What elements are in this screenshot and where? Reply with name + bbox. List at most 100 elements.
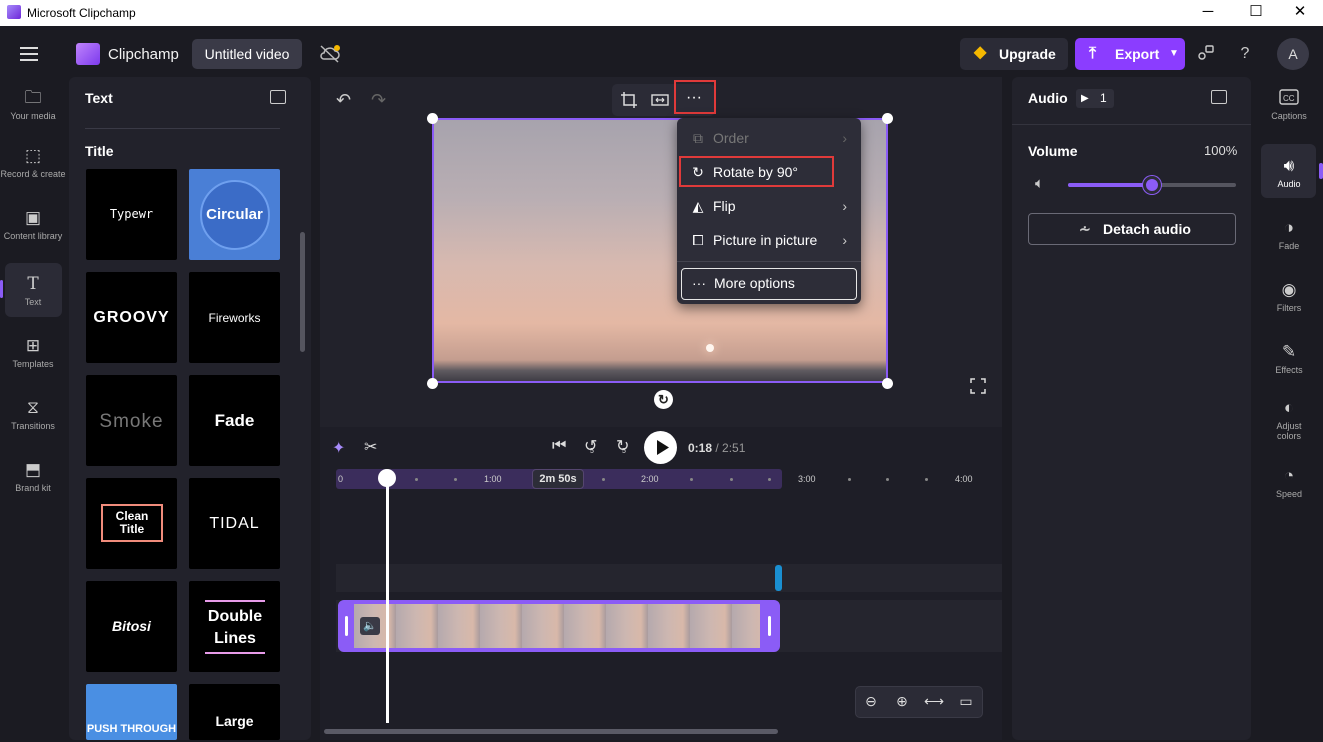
library-icon: ▣ xyxy=(24,208,42,227)
export-button[interactable]: ⤒ Export ▼ xyxy=(1075,38,1185,70)
text-template-card[interactable]: Circular xyxy=(189,169,280,260)
fit-icon[interactable] xyxy=(651,91,669,109)
diamond-icon: ◆ xyxy=(974,44,987,61)
skip-to-start-icon[interactable]: ⏮ xyxy=(552,437,566,455)
timeline-scrollbar[interactable] xyxy=(324,729,778,734)
rewind-label: 5 xyxy=(590,448,594,455)
resize-handle[interactable] xyxy=(427,113,438,124)
volume-thumb[interactable] xyxy=(1143,176,1161,194)
text-template-card[interactable]: Clean Title xyxy=(86,478,177,569)
fullscreen-icon[interactable] xyxy=(970,378,986,394)
menu-item-order[interactable]: ⧉ Order › xyxy=(681,122,857,154)
upgrade-button[interactable]: ◆ Upgrade xyxy=(960,38,1068,70)
clip-volume-icon[interactable]: 🔈 xyxy=(360,617,380,635)
clipchamp-logo-icon xyxy=(7,5,21,19)
resize-handle[interactable] xyxy=(427,378,438,389)
effects-icon: ✎ xyxy=(1281,342,1297,361)
redo-icon[interactable]: ↷ xyxy=(371,90,386,111)
crop-icon[interactable] xyxy=(620,91,638,109)
tick-dot xyxy=(768,478,771,481)
captions-icon: CC xyxy=(1278,88,1300,108)
zoom-controls: ⊖ ⊕ ⟷ ▭ xyxy=(855,686,983,718)
rail-record-create[interactable]: ⬚ Record & create xyxy=(0,146,66,179)
text-template-card[interactable]: Double Lines xyxy=(189,581,280,672)
help-button[interactable]: ? xyxy=(1235,44,1255,64)
audio-panel xyxy=(1012,77,1251,740)
playhead-handle[interactable] xyxy=(377,469,396,487)
clip-thumbnails xyxy=(354,604,760,648)
text-template-card[interactable]: Large xyxy=(189,684,280,740)
fit-timeline-icon[interactable]: ⟷ xyxy=(924,693,944,710)
text-template-card[interactable]: PUSH THROUGH xyxy=(86,684,177,740)
volume-value: 100% xyxy=(1204,143,1238,158)
panel-title: Text xyxy=(85,90,113,106)
folder-icon: 🗀 xyxy=(24,88,42,107)
text-template-card[interactable]: Fade xyxy=(189,375,280,466)
rail-adjust-colors[interactable]: ◐ Adjust colors xyxy=(1256,398,1322,441)
text-template-card[interactable]: Bitosi xyxy=(86,581,177,672)
menu-item-pip[interactable]: ⧠ Picture in picture › xyxy=(681,224,857,256)
brand-kit-icon: ⬒ xyxy=(24,460,42,479)
text-template-card[interactable]: Smoke xyxy=(86,375,177,466)
rail-text[interactable]: T Text xyxy=(0,274,66,307)
minimize-button[interactable]: ─ xyxy=(1188,2,1228,24)
zoom-out-icon[interactable]: ⊖ xyxy=(861,693,881,710)
split-scissors-icon[interactable]: ✂ xyxy=(364,437,377,457)
rail-captions[interactable]: CC Captions xyxy=(1256,88,1322,121)
rail-speed[interactable]: ◔ Speed xyxy=(1256,466,1322,499)
text-template-card[interactable]: Fireworks xyxy=(189,272,280,363)
filters-icon: ◉ xyxy=(1281,280,1297,299)
total-time: 2:51 xyxy=(722,441,746,455)
adjust-colors-icon: ◐ xyxy=(1283,398,1295,417)
close-button[interactable]: ✕ xyxy=(1280,2,1320,24)
rail-templates[interactable]: ⊞ Templates xyxy=(0,336,66,369)
panel-scrollbar[interactable] xyxy=(300,232,305,352)
track-marker[interactable] xyxy=(775,565,782,591)
playhead[interactable] xyxy=(385,478,389,723)
trim-handle-left[interactable] xyxy=(345,616,348,636)
divider xyxy=(85,128,280,129)
text-template-card[interactable]: Typewr xyxy=(86,169,177,260)
rail-effects[interactable]: ✎ Effects xyxy=(1256,342,1322,375)
trim-handle-right[interactable] xyxy=(768,616,771,636)
tick-label: 1:00 xyxy=(484,474,502,484)
chevron-right-icon: › xyxy=(842,232,847,248)
play-button[interactable] xyxy=(644,431,677,464)
project-name-field[interactable]: Untitled video xyxy=(192,39,302,69)
menu-item-flip[interactable]: ◭ Flip › xyxy=(681,190,857,222)
detach-audio-button[interactable]: ⩪ Detach audio xyxy=(1028,213,1236,245)
video-clip[interactable]: 🔈 xyxy=(338,600,780,652)
rail-fade[interactable]: ◑ Fade xyxy=(1256,218,1322,251)
rail-filters[interactable]: ◉ Filters xyxy=(1256,280,1322,313)
rail-brand-kit[interactable]: ⬒ Brand kit xyxy=(0,460,66,493)
speed-icon: ◔ xyxy=(1283,466,1295,485)
maximize-button[interactable]: ☐ xyxy=(1236,2,1276,24)
selection-duration-badge: 2m 50s xyxy=(532,469,584,489)
rail-your-media[interactable]: 🗀 Your media xyxy=(0,88,66,121)
collapse-panel-icon[interactable] xyxy=(270,90,286,104)
speaker-icon[interactable]: 🔈︎ xyxy=(1035,175,1044,192)
chevron-right-icon: › xyxy=(842,198,847,214)
cloud-sync-icon[interactable] xyxy=(318,44,342,64)
caption-toggle-icon[interactable]: ▭ xyxy=(956,693,976,710)
section-title: Title xyxy=(85,143,114,159)
text-template-card[interactable]: TIDAL xyxy=(189,478,280,569)
rail-audio[interactable]: 🔊︎ Audio xyxy=(1256,156,1322,189)
menu-item-more-options[interactable]: ··· More options xyxy=(681,268,857,300)
rail-transitions[interactable]: ⧖ Transitions xyxy=(0,398,66,431)
zoom-in-icon[interactable]: ⊕ xyxy=(892,693,912,710)
rotate-handle-icon[interactable]: ↻ xyxy=(654,390,673,409)
hamburger-menu-icon[interactable] xyxy=(20,47,38,61)
magic-sparkle-icon[interactable]: ✦ xyxy=(332,438,345,458)
tick-dot xyxy=(690,478,693,481)
share-feedback-icon[interactable] xyxy=(1196,44,1216,64)
text-template-card[interactable]: GROOVY xyxy=(86,272,177,363)
video-icon: ▶ xyxy=(1081,93,1089,104)
collapse-panel-icon[interactable] xyxy=(1211,90,1227,104)
resize-handle[interactable] xyxy=(882,113,893,124)
resize-handle[interactable] xyxy=(882,378,893,389)
undo-icon[interactable]: ↶ xyxy=(336,90,351,111)
rail-content-library[interactable]: ▣ Content library xyxy=(0,208,66,241)
volume-slider[interactable] xyxy=(1068,176,1236,194)
avatar[interactable]: A xyxy=(1277,38,1309,70)
